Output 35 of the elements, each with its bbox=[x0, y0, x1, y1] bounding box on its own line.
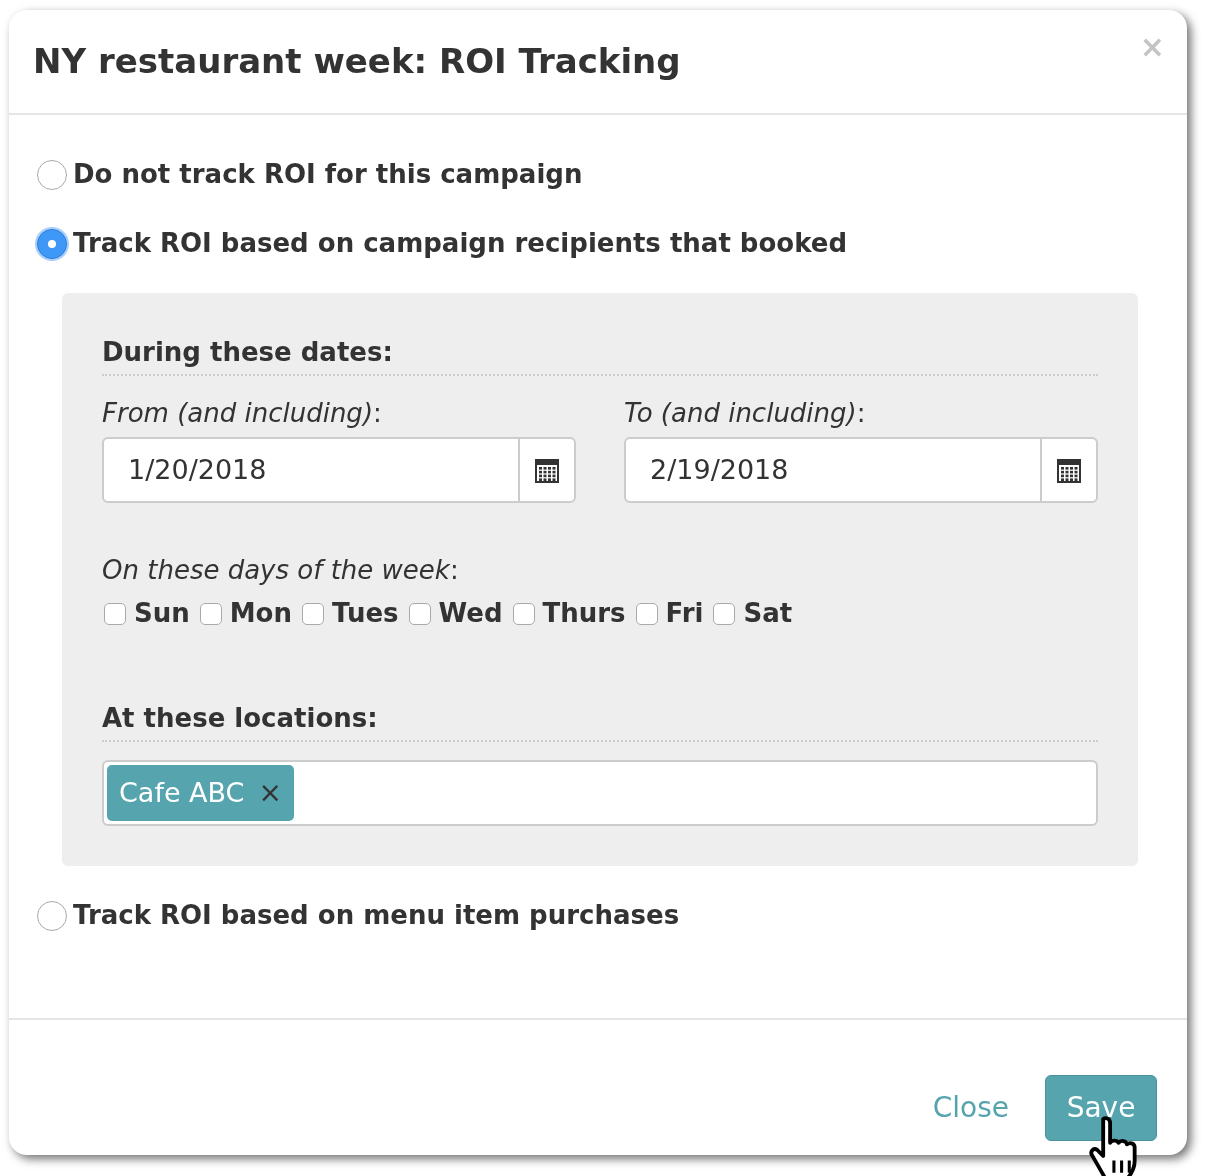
option-label: Track ROI based on campaign recipients that booked bbox=[73, 227, 848, 260]
checkbox[interactable] bbox=[408, 602, 431, 625]
section-heading: At these locations: bbox=[102, 699, 1098, 742]
calendar-icon bbox=[535, 457, 559, 483]
tag-label: Cafe ABC bbox=[119, 775, 245, 810]
section-heading: During these dates: bbox=[102, 333, 1098, 376]
checkbox[interactable] bbox=[199, 602, 222, 625]
option-label: Track ROI based on menu item purchases bbox=[73, 899, 680, 932]
radio-button[interactable] bbox=[37, 159, 67, 190]
day-label: Tues bbox=[332, 597, 399, 630]
close-link[interactable]: Close bbox=[932, 1086, 1009, 1129]
radio-button[interactable] bbox=[37, 900, 67, 931]
checkbox[interactable] bbox=[104, 602, 126, 625]
day-label: Mon bbox=[229, 597, 292, 630]
save-button[interactable]: Save bbox=[1045, 1074, 1157, 1141]
dialog-title: NY restaurant week: ROI Tracking bbox=[33, 41, 681, 82]
day-label: Sun bbox=[134, 597, 190, 630]
day-label: Sat bbox=[743, 597, 793, 630]
date-field[interactable]: 2/19/2018 bbox=[624, 437, 1098, 503]
checkbox[interactable] bbox=[512, 602, 535, 625]
day-label: Thurs bbox=[542, 597, 626, 630]
checkbox[interactable] bbox=[713, 602, 736, 625]
checkbox[interactable] bbox=[302, 602, 324, 625]
date-field[interactable]: 1/20/2018 bbox=[102, 437, 576, 503]
remove-button[interactable]: × bbox=[258, 779, 282, 807]
field-label: From (and including): bbox=[102, 397, 383, 430]
option-label: Do not track ROI for this campaign bbox=[73, 158, 583, 191]
checkbox[interactable] bbox=[635, 602, 658, 625]
field-label: On these days of the week: bbox=[102, 554, 460, 587]
field-label: To (and including): bbox=[624, 397, 867, 430]
radio-button[interactable] bbox=[37, 228, 67, 259]
location-field[interactable]: Cafe ABC × bbox=[102, 760, 1098, 826]
day-label: Wed bbox=[438, 597, 503, 630]
calendar-icon bbox=[1057, 457, 1081, 483]
day-label: Fri bbox=[665, 597, 704, 630]
